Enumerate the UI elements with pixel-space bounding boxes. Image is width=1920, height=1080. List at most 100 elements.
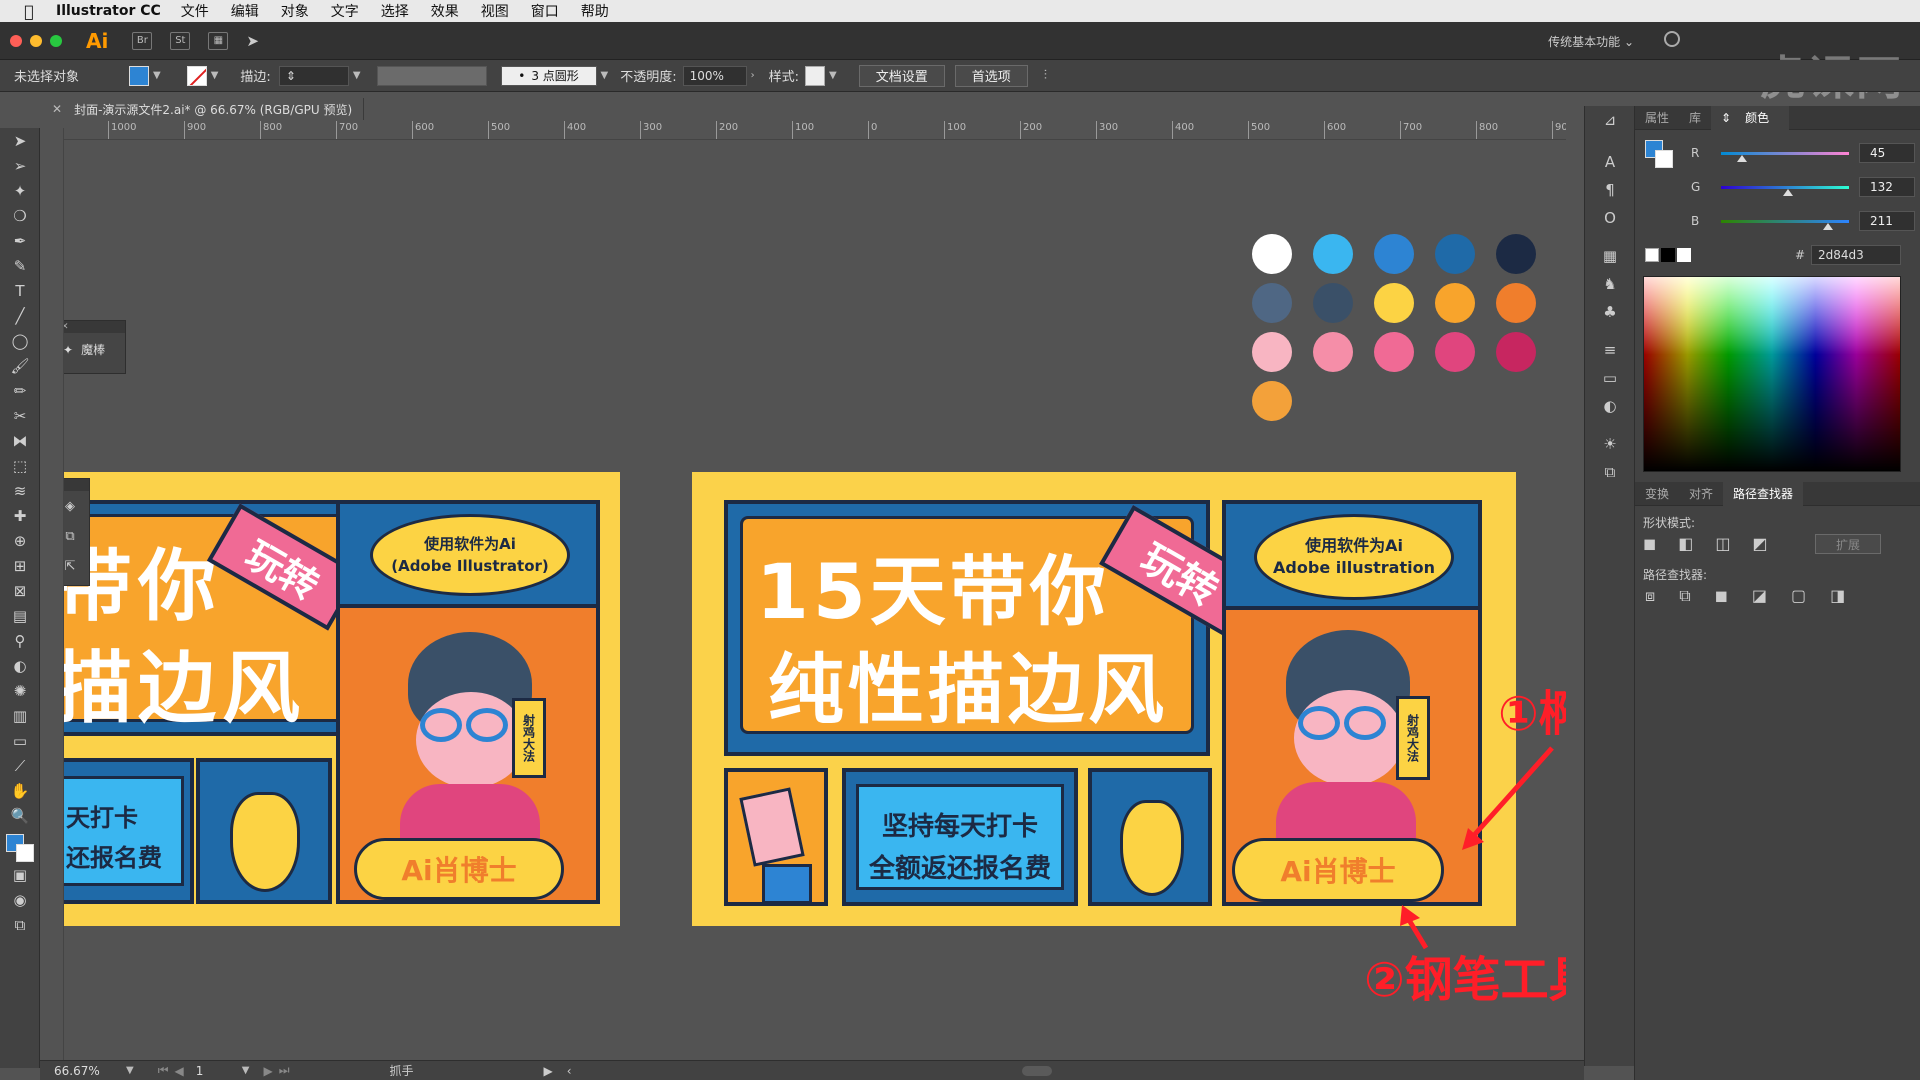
palette-swatch[interactable] <box>1252 332 1292 372</box>
menu-help[interactable]: 帮助 <box>581 1 609 21</box>
artboard-number[interactable]: 1 <box>189 1060 238 1080</box>
first-artboard-icon[interactable]: ⏮ <box>158 1063 169 1078</box>
hex-field[interactable]: 2d84d3 <box>1811 245 1901 265</box>
minus-front-icon[interactable]: ◧ <box>1678 534 1693 553</box>
tab-transform[interactable]: 变换 <box>1635 485 1679 502</box>
color-spectrum[interactable] <box>1643 276 1901 472</box>
tab-align[interactable]: 对齐 <box>1679 485 1723 502</box>
blue-value[interactable]: 211 <box>1859 211 1915 231</box>
palette-swatch[interactable] <box>1374 234 1414 274</box>
arrange-documents-icon[interactable]: ▦ <box>208 31 229 50</box>
menu-view[interactable]: 视图 <box>481 1 509 21</box>
selection-tool-icon[interactable]: ➤ <box>0 128 40 153</box>
perspective-grid-tool-icon[interactable]: ⊞ <box>0 553 40 578</box>
tab-libraries[interactable]: 库 <box>1679 109 1711 126</box>
gradient-tool-icon[interactable]: ▤ <box>0 603 40 628</box>
stroke-icon[interactable]: ≡ <box>1585 336 1635 364</box>
menu-file[interactable]: 文件 <box>181 1 209 21</box>
reflect-tool-icon[interactable]: ⧓ <box>0 428 40 453</box>
search-icon[interactable] <box>1664 31 1680 47</box>
palette-swatch[interactable] <box>1313 234 1353 274</box>
variable-width-profile[interactable] <box>376 65 487 86</box>
graphic-styles-icon[interactable]: ⧉ <box>1585 458 1635 486</box>
type-tool-icon[interactable]: T <box>0 278 40 303</box>
opentype-icon[interactable]: O <box>1585 204 1635 232</box>
document-setup-button[interactable]: 文档设置 <box>858 64 945 87</box>
green-slider[interactable] <box>1721 185 1849 196</box>
menu-edit[interactable]: 编辑 <box>231 1 259 21</box>
layers-icon[interactable]: ◈ <box>64 491 89 521</box>
warp-tool-icon[interactable]: ≋ <box>0 478 40 503</box>
next-artboard-icon[interactable]: ▶ <box>263 1064 272 1078</box>
last-artboard-icon[interactable]: ⏭ <box>279 1063 290 1078</box>
chevron-down-icon[interactable]: ▼ <box>153 70 161 81</box>
tab-pathfinder[interactable]: 路径查找器 <box>1723 481 1804 506</box>
artboards-icon[interactable]: ⧉ <box>64 521 89 551</box>
blend-tool-icon[interactable]: ◐ <box>0 653 40 678</box>
menu-effect[interactable]: 效果 <box>431 1 459 21</box>
red-slider[interactable] <box>1721 151 1849 162</box>
preferences-button[interactable]: 首选项 <box>954 64 1028 87</box>
merge-icon[interactable]: ◼ <box>1715 586 1728 606</box>
magic-wand-panel[interactable]: ✕ ✦ 魔棒 <box>64 320 126 374</box>
green-value[interactable]: 132 <box>1859 177 1915 197</box>
properties-icon[interactable]: ⊿ <box>1585 106 1635 134</box>
zoom-tool-icon[interactable]: 🔍 <box>0 803 40 828</box>
screen-mode-icon[interactable]: ⧉ <box>0 912 40 937</box>
palette-swatch[interactable] <box>1374 332 1414 372</box>
draw-mode-icon[interactable]: ◉ <box>0 887 40 912</box>
graphic-style-swatch[interactable] <box>805 65 825 86</box>
slice-tool-icon[interactable]: ⟋ <box>0 753 40 778</box>
paintbrush-tool-icon[interactable]: 🖌 <box>0 353 40 378</box>
appearance-icon[interactable]: ☀ <box>1585 430 1635 458</box>
trim-icon[interactable]: ⧉ <box>1679 586 1690 606</box>
magic-wand-tool-icon[interactable]: ✦ <box>0 178 40 203</box>
arrange-icon[interactable]: ⫶ <box>1044 68 1047 83</box>
apple-icon[interactable]:  <box>20 2 38 21</box>
panel-close-icon[interactable]: ✕ <box>64 321 125 333</box>
fill-stroke-widget[interactable] <box>0 832 39 862</box>
artboard-right[interactable]: 15天带你 纯性描边风 玩转 使用软件为Ai Adobe illustratio… <box>692 472 1516 926</box>
minus-back-icon[interactable]: ◨ <box>1830 586 1845 606</box>
canvas[interactable]: 带你 描边风 玩转 使用软件为Ai (Adobe Illustrator) 射鸡… <box>64 140 1566 1058</box>
line-tool-icon[interactable]: ╱ <box>0 303 40 328</box>
swatches-icon[interactable]: ▦ <box>1585 242 1635 270</box>
unite-icon[interactable]: ◼ <box>1643 534 1656 553</box>
transparency-icon[interactable]: ◐ <box>1585 392 1635 420</box>
intersect-icon[interactable]: ◫ <box>1715 534 1730 553</box>
workspace-switcher[interactable]: 传统基本功能 ⌄ <box>1548 33 1634 50</box>
minimize-window-button[interactable] <box>30 34 42 47</box>
artboard-tool-icon[interactable]: ▭ <box>0 728 40 753</box>
chevron-down-icon[interactable]: ▼ <box>601 70 609 81</box>
menu-select[interactable]: 选择 <box>381 1 409 21</box>
hand-tool-icon[interactable]: ✋ <box>0 778 40 803</box>
vertical-ruler[interactable] <box>40 128 64 1070</box>
pen-tool-icon[interactable]: ✒ <box>0 228 40 253</box>
column-graph-tool-icon[interactable]: ▥ <box>0 703 40 728</box>
menu-window[interactable]: 窗口 <box>531 1 559 21</box>
black-swatch[interactable] <box>1661 248 1675 262</box>
opacity-field[interactable]: 100% <box>682 65 747 86</box>
status-menu-icon[interactable]: ▶ <box>544 1064 553 1078</box>
divide-icon[interactable]: ⧈ <box>1645 586 1655 606</box>
menu-object[interactable]: 对象 <box>281 1 309 21</box>
fill-swatch[interactable] <box>129 65 150 86</box>
horizontal-scrollbar-thumb[interactable] <box>1021 1065 1052 1076</box>
chevron-down-icon[interactable]: ▼ <box>211 70 219 81</box>
chevron-down-icon[interactable]: ▼ <box>242 1065 250 1076</box>
horizontal-ruler[interactable]: 1000 900 800 700 600 500 400 300 200 100 0 100 200 30… <box>64 120 1566 140</box>
exclude-icon[interactable]: ◩ <box>1753 534 1768 553</box>
chevron-right-icon[interactable]: › <box>751 70 755 81</box>
palette-swatch[interactable] <box>1496 234 1536 274</box>
chevron-down-icon[interactable]: ▼ <box>126 1065 134 1076</box>
palette-swatch[interactable] <box>1252 381 1292 421</box>
panel-close-icon[interactable]: ✕ <box>64 479 89 491</box>
outline-icon[interactable]: ▢ <box>1791 586 1806 606</box>
scale-tool-icon[interactable]: ⬚ <box>0 453 40 478</box>
export-icon[interactable]: ⇱ <box>64 551 89 581</box>
brushes-icon[interactable]: ♞ <box>1585 270 1635 298</box>
character-icon[interactable]: A <box>1585 148 1635 176</box>
pencil-tool-icon[interactable]: ✏ <box>0 378 40 403</box>
palette-swatch[interactable] <box>1496 283 1536 323</box>
color-mode-icon[interactable]: ▣ <box>0 862 40 887</box>
